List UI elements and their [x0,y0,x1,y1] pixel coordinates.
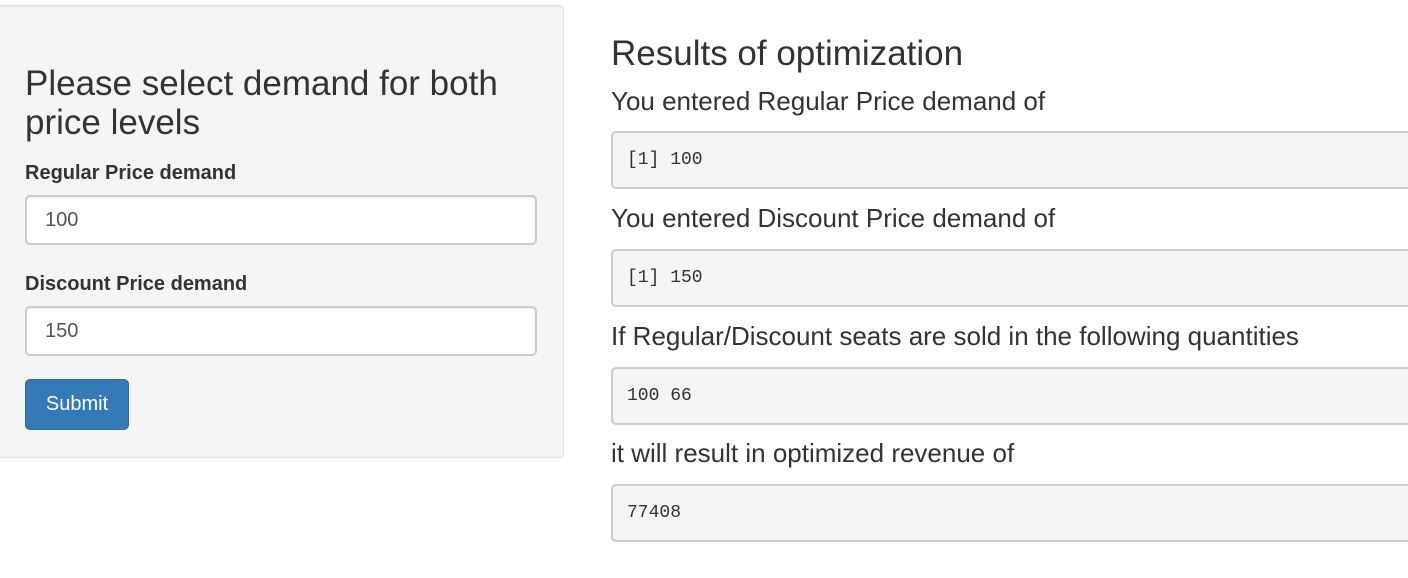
sidebar-panel: Please select demand for both price leve… [0,5,564,458]
regular-demand-result-label: You entered Regular Price demand of [611,86,1046,116]
revenue-output: 77408 [611,484,1408,542]
discount-price-input[interactable] [25,306,537,356]
regular-price-input[interactable] [25,195,537,245]
regular-price-label: Regular Price demand [25,162,237,184]
discount-price-label: Discount Price demand [25,273,248,295]
revenue-result-label: it will result in optimized revenue of [611,438,1015,468]
sidebar-title: Please select demand for both price leve… [25,64,498,142]
regular-demand-output: [1] 100 [611,131,1408,189]
quantities-output: 100 66 [611,367,1408,425]
discount-demand-result-label: You entered Discount Price demand of [611,203,1056,233]
quantities-result-label: If Regular/Discount seats are sold in th… [611,321,1299,351]
submit-button[interactable]: Submit [25,379,129,430]
results-panel: Results of optimization You entered Regu… [611,0,1408,578]
discount-demand-output: [1] 150 [611,249,1408,307]
results-title: Results of optimization [611,34,964,73]
